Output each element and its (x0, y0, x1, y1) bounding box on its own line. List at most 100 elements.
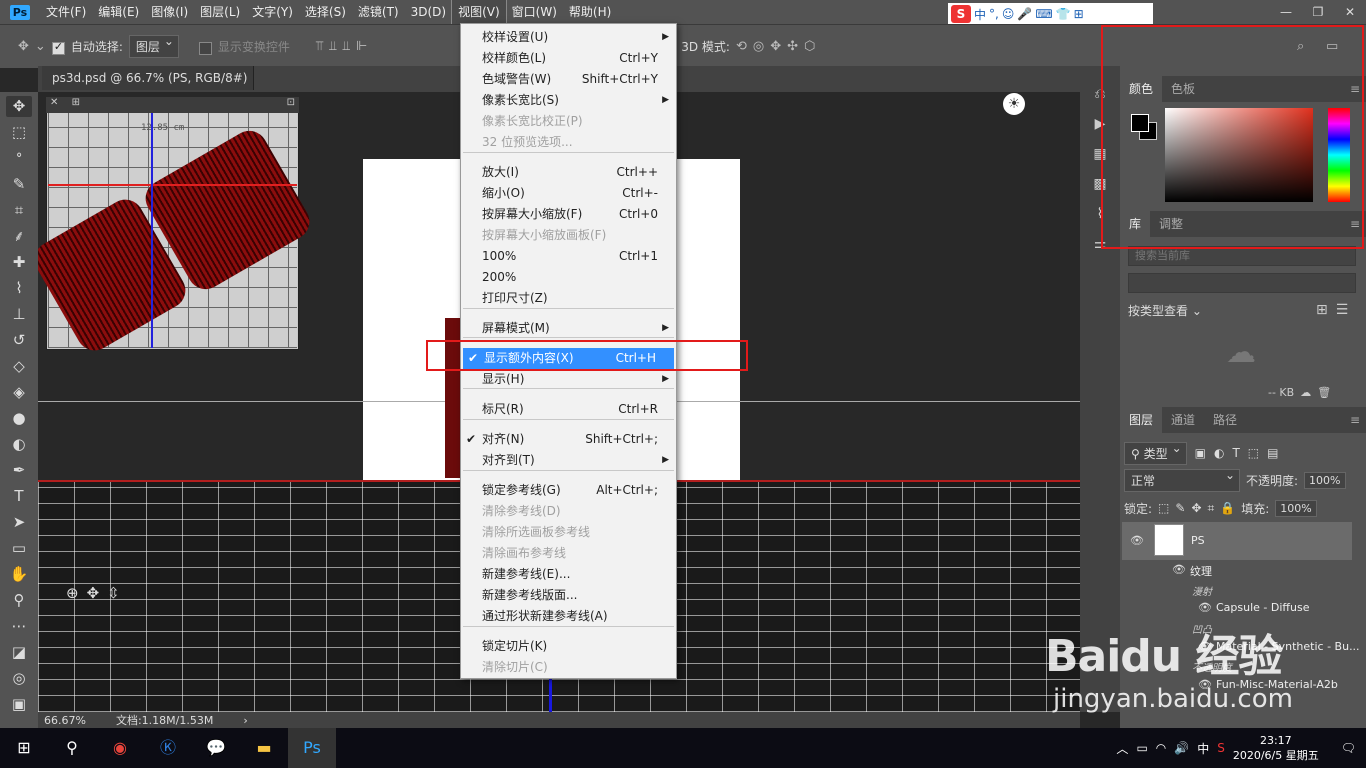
move-tool-icon[interactable]: ✥ (6, 96, 32, 117)
ime-item[interactable]: 🎤 (1017, 7, 1032, 21)
windows-start-icon[interactable]: ⊞ (0, 728, 48, 768)
ime-item[interactable]: ☺ (1002, 7, 1015, 21)
view-menu-icon[interactable]: ⊞ (72, 97, 80, 108)
align-bottom-icon[interactable]: ⫫ (343, 39, 350, 54)
doc-size[interactable]: 文档:1.18M/1.53M (116, 712, 213, 728)
menu-6[interactable]: 滤镜(T) (352, 0, 405, 24)
view-menu-item[interactable]: 放大(I) Ctrl++ (461, 162, 676, 183)
view-menu-item[interactable]: 色域警告(W) Shift+Ctrl+Y (461, 69, 676, 90)
pan-icon[interactable]: ✥ (87, 584, 100, 602)
layer-thumbnail[interactable] (1154, 524, 1184, 556)
eyedropper-tool-icon[interactable]: ⸙ (6, 226, 32, 247)
menu-4[interactable]: 文字(Y) (246, 0, 299, 24)
blend-mode-dropdown[interactable]: 正常 (1124, 468, 1240, 492)
view-menu-item[interactable]: 新建参考线版面... (461, 585, 676, 606)
shape-filter-icon[interactable]: ⬚ (1248, 446, 1259, 460)
dolly-icon[interactable]: ⇳ (107, 584, 120, 602)
close-icon[interactable]: ✕ (50, 97, 58, 108)
ime-toolbar[interactable]: S 中 °, ☺ 🎤 ⌨ 👕 ⊞ (948, 3, 1153, 25)
wifi-icon[interactable]: ◠ (1156, 741, 1166, 755)
sogou-icon[interactable]: S (951, 5, 971, 23)
library-search-input[interactable]: 搜索当前库 (1128, 246, 1356, 266)
search-icon[interactable]: ⚲ (48, 728, 96, 768)
ime-item[interactable]: 中 (974, 6, 986, 23)
chevron-right-icon[interactable]: › (243, 714, 247, 727)
shape-tool-icon[interactable]: ▭ (6, 538, 32, 559)
light-icon[interactable]: ☀ (1003, 93, 1025, 115)
trash-icon[interactable]: 🗑 (1317, 386, 1331, 399)
brush-tool-icon[interactable]: ⌇ (6, 278, 32, 299)
adjustment-filter-icon[interactable]: ◐ (1214, 446, 1224, 460)
maximize-icon[interactable]: ⊡ (287, 97, 295, 108)
color-swatches-icon[interactable]: ◪ (6, 642, 32, 663)
sync-icon[interactable]: ☁ (1300, 386, 1311, 399)
view-menu-item[interactable]: 通过形状新建参考线(A) (461, 606, 676, 627)
menu-8[interactable]: 视图(V) (451, 0, 507, 25)
align-left-icon[interactable]: ⊩ (356, 39, 367, 54)
menu-2[interactable]: 图像(I) (145, 0, 194, 24)
chrome-icon[interactable]: ◉ (96, 728, 144, 768)
lock-all-icon[interactable]: 🔒 (1220, 501, 1235, 515)
dodge-tool-icon[interactable]: ◐ (6, 434, 32, 455)
eye-icon[interactable]: 👁 (1130, 534, 1144, 547)
tab-channels[interactable]: 通道 (1162, 407, 1204, 433)
crop-tool-icon[interactable]: ⌗ (6, 200, 32, 221)
move-tool-icon[interactable]: ✥ (18, 39, 29, 54)
quick-mask-icon[interactable]: ◎ (6, 668, 32, 689)
lock-paint-icon[interactable]: ✎ (1175, 501, 1185, 515)
notification-icon[interactable]: 🗨 (1341, 741, 1356, 755)
marquee-tool-icon[interactable]: ⬚ (6, 122, 32, 143)
view-menu-item[interactable]: 标尺(R) Ctrl+R (461, 399, 676, 420)
image-filter-icon[interactable]: ▣ (1195, 446, 1206, 460)
view-menu-item[interactable]: ✔ 对齐(N) Shift+Ctrl+; (461, 429, 676, 450)
tab-layers[interactable]: 图层 (1120, 407, 1163, 433)
foreground-color-swatch[interactable] (1131, 114, 1149, 132)
layer-filter-dropdown[interactable]: ⚲ 类型 (1124, 441, 1187, 465)
lasso-tool-icon[interactable]: ᐤ (6, 148, 32, 169)
ime-item[interactable]: °, (989, 7, 999, 21)
restore-button[interactable]: ❐ (1302, 0, 1334, 24)
view-menu-item[interactable]: 像素长宽比(S) ▶ (461, 90, 676, 111)
view-menu-item[interactable]: 按屏幕大小缩放(F) Ctrl+0 (461, 204, 676, 225)
view-menu-item[interactable]: 锁定参考线(G) Alt+Ctrl+; (461, 480, 676, 501)
view-menu-item[interactable]: 显示(H) ▶ (461, 369, 676, 390)
healing-tool-icon[interactable]: ✚ (6, 252, 32, 273)
auto-select-checkbox[interactable] (51, 40, 65, 55)
menu-7[interactable]: 3D(D) (405, 0, 452, 24)
eye-icon[interactable]: 👁 (1172, 563, 1186, 576)
menu-1[interactable]: 编辑(E) (92, 0, 145, 24)
zoom-tool-icon[interactable]: ⚲ (6, 590, 32, 611)
view-menu-item[interactable]: 新建参考线(E)... (461, 564, 676, 585)
panel-menu-icon[interactable]: ≡ (1344, 407, 1366, 433)
drag-3d-icon[interactable]: ✥ (770, 39, 781, 54)
more-tools-icon[interactable]: ⋯ (6, 616, 32, 637)
opacity-input[interactable]: 100% (1304, 471, 1346, 489)
view-menu-item[interactable]: 200% (461, 267, 676, 288)
lock-artboard-icon[interactable]: ⌗ (1208, 501, 1215, 516)
blur-tool-icon[interactable]: ● (6, 408, 32, 429)
file-explorer-icon[interactable]: ▬ (240, 728, 288, 768)
fill-input[interactable]: 100% (1275, 499, 1317, 517)
app-k-icon[interactable]: Ⓚ (144, 728, 192, 768)
view-menu-item[interactable]: 锁定切片(K) (461, 636, 676, 657)
tab-paths[interactable]: 路径 (1204, 407, 1246, 433)
language-indicator[interactable]: 中 (1197, 740, 1209, 757)
smart-filter-icon[interactable]: ▤ (1267, 446, 1278, 460)
grid-view-icon[interactable]: ⊞ (1316, 302, 1328, 318)
bucket-tool-icon[interactable]: ◈ (6, 382, 32, 403)
view-menu-item[interactable]: 屏幕模式(M) ▶ (461, 318, 676, 339)
stamp-tool-icon[interactable]: ⊥ (6, 304, 32, 325)
quick-select-tool-icon[interactable]: ✎ (6, 174, 32, 195)
wechat-icon[interactable]: 💬 (192, 728, 240, 768)
eye-icon[interactable]: 👁 (1198, 601, 1212, 614)
auto-select-dropdown[interactable]: 图层 (128, 34, 179, 58)
document-tab[interactable]: ps3d.psd @ 66.7% (PS, RGB/8#) * ✕ (42, 66, 254, 109)
list-view-icon[interactable]: ☰ (1336, 302, 1349, 318)
hand-tool-icon[interactable]: ✋ (6, 564, 32, 585)
type-filter-icon[interactable]: T (1232, 446, 1239, 460)
view-menu-item[interactable]: 100% Ctrl+1 (461, 246, 676, 267)
view-by-type[interactable]: 按类型查看 ⌄ (1128, 302, 1202, 319)
volume-icon[interactable]: 🔊 (1174, 741, 1189, 755)
scale-3d-icon[interactable]: ⬡ (804, 39, 815, 54)
menu-9[interactable]: 窗口(W) (506, 0, 563, 24)
